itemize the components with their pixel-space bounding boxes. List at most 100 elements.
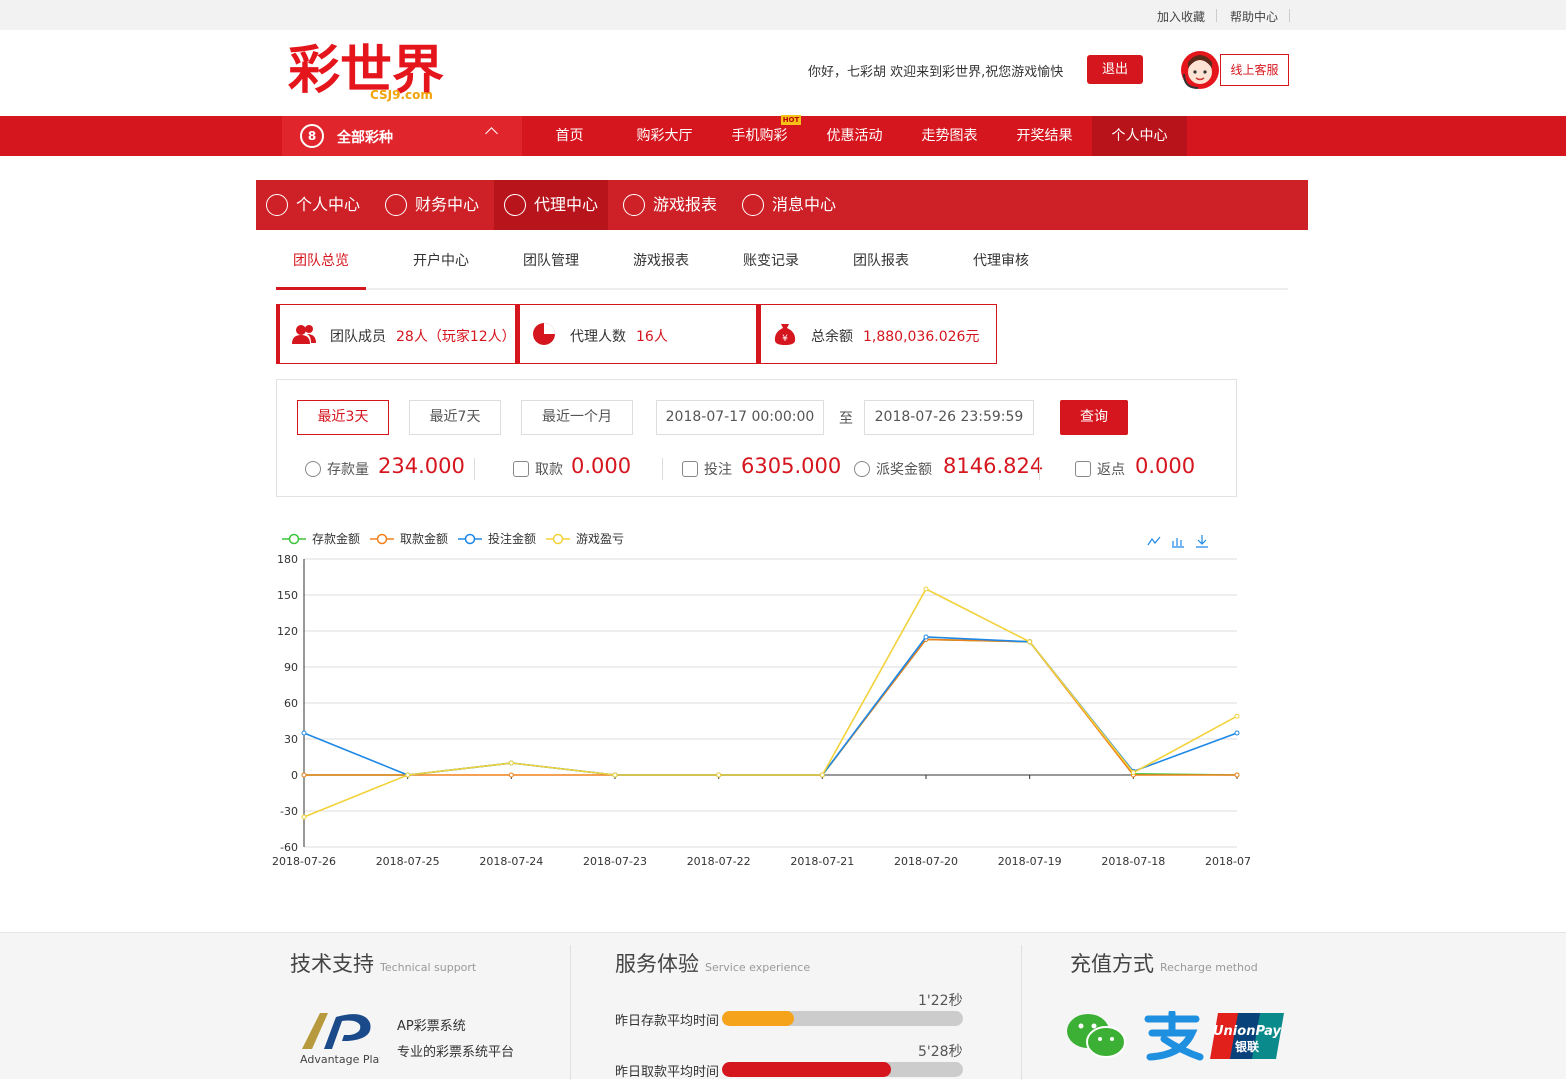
legend-label: 取款金额 bbox=[400, 531, 448, 546]
hot-badge: HOT bbox=[781, 115, 801, 125]
logo-domain: CSJ9.com bbox=[370, 88, 433, 102]
nav-draw-results[interactable]: 开奖结果 bbox=[997, 116, 1092, 156]
heading-subtitle: Service experience bbox=[705, 961, 811, 974]
end-date-input[interactable]: 2018-07-26 23:59:59 bbox=[864, 400, 1034, 435]
heading-text: 充值方式 bbox=[1070, 952, 1154, 976]
customer-service-icon[interactable] bbox=[1178, 48, 1224, 96]
subtab-agent-review[interactable]: 代理审核 bbox=[973, 250, 1029, 270]
nav-promotions[interactable]: 优惠活动 bbox=[807, 116, 902, 156]
legend-label: 存款金额 bbox=[312, 531, 360, 546]
y-tick-label: 180 bbox=[277, 553, 298, 566]
welcome-text: 你好，七彩胡 欢迎来到彩世界,祝您游戏愉快 bbox=[808, 65, 1064, 80]
ap-system-name: AP彩票系统 bbox=[397, 1019, 466, 1034]
yen-icon bbox=[854, 461, 870, 477]
x-tick-label: 2018-07-18 bbox=[1101, 855, 1165, 868]
data-point bbox=[301, 772, 307, 778]
tab-personal-center[interactable]: 个人中心 bbox=[256, 180, 375, 230]
x-tick-label: 2018-07-25 bbox=[376, 855, 440, 868]
legend-marker bbox=[376, 533, 388, 545]
y-tick-label: -60 bbox=[280, 841, 298, 854]
subtab-account-changes[interactable]: 账变记录 bbox=[743, 250, 799, 270]
data-point bbox=[1234, 713, 1240, 719]
divider bbox=[1289, 9, 1290, 22]
stat-value: 8146.824 bbox=[943, 454, 1044, 478]
add-favorite-link[interactable]: 加入收藏 bbox=[1157, 8, 1205, 25]
legend-label: 游戏盈亏 bbox=[576, 532, 624, 546]
tech-support-heading: 技术支持 Technical support bbox=[290, 948, 476, 978]
online-service-button[interactable]: 线上客服 bbox=[1220, 54, 1289, 86]
footer: 技术支持 Technical support Advantage Play AP彩… bbox=[0, 932, 1566, 1080]
y-tick-label: 120 bbox=[277, 625, 298, 638]
data-point bbox=[923, 586, 929, 592]
query-button[interactable]: 查询 bbox=[1060, 400, 1128, 435]
line-chart-icon[interactable] bbox=[1147, 536, 1161, 546]
message-icon bbox=[742, 194, 764, 216]
subtab-team-report[interactable]: 团队报表 bbox=[853, 250, 909, 270]
deposit-bar-fill bbox=[722, 1011, 795, 1026]
tab-game-report[interactable]: 游戏报表 bbox=[613, 180, 732, 230]
unionpay-cn-text: 银联 bbox=[1235, 1039, 1259, 1054]
dollar-icon bbox=[385, 194, 407, 216]
logout-button[interactable]: 退出 bbox=[1087, 55, 1143, 84]
site-logo[interactable]: 彩世界 CSJ9.com bbox=[288, 38, 468, 102]
y-tick-label: 60 bbox=[284, 697, 298, 710]
nav-trend-charts[interactable]: 走势图表 bbox=[902, 116, 997, 156]
data-point bbox=[819, 772, 825, 778]
stat-label: 投注 bbox=[704, 462, 732, 478]
chevron-up-icon bbox=[485, 127, 498, 140]
card-label: 代理人数 bbox=[570, 329, 626, 345]
subtab-team-overview[interactable]: 团队总览 bbox=[293, 250, 349, 270]
heading-text: 服务体验 bbox=[615, 952, 699, 976]
range-7-days-button[interactable]: 最近7天 bbox=[409, 400, 501, 435]
help-center-link[interactable]: 帮助中心 bbox=[1230, 8, 1278, 25]
tab-agent-center[interactable]: 代理中心 bbox=[494, 180, 608, 230]
divider bbox=[1216, 9, 1217, 22]
withdraw-icon bbox=[513, 461, 529, 477]
range-1-month-button[interactable]: 最近一个月 bbox=[521, 400, 633, 435]
tab-finance-center[interactable]: 财务中心 bbox=[375, 180, 494, 230]
lottery-ball-icon: 8 bbox=[300, 124, 324, 148]
divider bbox=[474, 458, 475, 480]
legend-label: 投注金额 bbox=[488, 531, 536, 546]
coins-icon bbox=[682, 461, 698, 477]
series-line bbox=[304, 638, 1237, 776]
data-point bbox=[301, 730, 307, 736]
tab-message-center[interactable]: 消息中心 bbox=[732, 180, 851, 230]
agent-sub-tabs: 团队总览 开户中心 团队管理 游戏报表 账变记录 团队报表 代理审核 bbox=[276, 230, 1288, 290]
deposit-time-label: 昨日存款平均时间 bbox=[615, 1014, 720, 1029]
divider bbox=[1039, 458, 1040, 480]
card-value: 28人（玩家12人） bbox=[396, 329, 516, 345]
nav-personal-center[interactable]: 个人中心 bbox=[1092, 116, 1187, 156]
subtab-account-opening[interactable]: 开户中心 bbox=[413, 250, 469, 270]
data-point bbox=[508, 772, 514, 778]
x-tick-label: 2018-07-17 bbox=[1205, 855, 1250, 868]
download-icon[interactable] bbox=[1196, 535, 1208, 548]
trend-icon bbox=[623, 194, 645, 216]
y-tick-label: 90 bbox=[284, 661, 298, 674]
deposit-time-bar bbox=[722, 1011, 963, 1026]
subtab-game-report[interactable]: 游戏报表 bbox=[633, 250, 689, 270]
range-3-days-button[interactable]: 最近3天 bbox=[297, 400, 389, 435]
withdraw-time-value: 5'28秒 bbox=[918, 1044, 963, 1060]
all-lottery-dropdown[interactable]: 8 全部彩种 bbox=[282, 116, 522, 156]
team-icon bbox=[292, 325, 316, 344]
stat-label: 返点 bbox=[1097, 462, 1125, 478]
subtab-team-management[interactable]: 团队管理 bbox=[523, 250, 579, 270]
money-bag-icon: ¥ bbox=[774, 324, 796, 345]
deposit-icon bbox=[305, 461, 321, 477]
bar-chart-icon[interactable] bbox=[1172, 538, 1184, 548]
header bbox=[0, 30, 1566, 116]
nav-lottery-hall[interactable]: 购彩大厅 bbox=[617, 116, 712, 156]
total-balance-card: ¥ 总余额 1,880,036.026元 bbox=[757, 304, 997, 364]
active-tab-indicator bbox=[276, 287, 366, 290]
start-date-input[interactable]: 2018-07-17 00:00:00 bbox=[656, 400, 824, 435]
x-tick-label: 2018-07-21 bbox=[790, 855, 854, 868]
wechat-pay-icon bbox=[1066, 1011, 1128, 1065]
nav-home[interactable]: 首页 bbox=[522, 116, 617, 156]
series-line bbox=[303, 636, 1238, 776]
data-point bbox=[1130, 770, 1136, 776]
ap-system-tagline: 专业的彩票系统平台 bbox=[397, 1045, 515, 1060]
divider bbox=[1021, 945, 1022, 1080]
deposit-time-value: 1'22秒 bbox=[918, 993, 963, 1009]
data-point bbox=[612, 772, 618, 778]
